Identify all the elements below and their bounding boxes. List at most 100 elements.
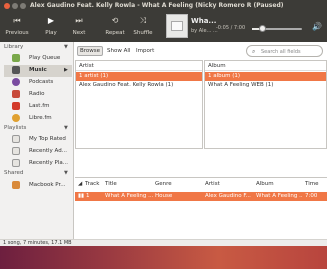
- sidebar-item-macbook[interactable]: Macbook Pr...: [4, 180, 72, 192]
- collapse-playlists-chevron-icon[interactable]: ▼: [64, 125, 68, 131]
- browse-button[interactable]: Browse: [77, 46, 103, 56]
- search-placeholder: Search all fields: [261, 49, 301, 55]
- column-header-album[interactable]: Album: [256, 181, 274, 187]
- show-all-button[interactable]: Show All: [107, 48, 130, 54]
- search-icon: ⌕: [252, 48, 256, 55]
- status-bar: 1 song, 7 minutes, 17.1 MB: [0, 239, 327, 246]
- album-row[interactable]: 1 album (1): [205, 72, 326, 81]
- maximize-window-button[interactable]: [20, 3, 26, 9]
- column-header-genre[interactable]: Genre: [155, 181, 172, 187]
- artist-row[interactable]: 1 artist (1): [76, 72, 202, 81]
- shuffle-label: Shuffle: [133, 30, 153, 36]
- previous-button[interactable]: ⏮ Previous: [2, 15, 32, 36]
- sidebar-item-my-top-rated[interactable]: My Top Rated: [4, 134, 72, 146]
- album-art: [166, 14, 188, 38]
- sidebar-item-lastfm[interactable]: Last.fm: [4, 101, 72, 113]
- repeat-icon: ⟲: [111, 16, 119, 25]
- expand-chevron-icon[interactable]: ▶: [64, 67, 68, 73]
- sidebar-item-recently-added[interactable]: Recently Ad...: [4, 146, 72, 158]
- music-icon: [12, 66, 20, 74]
- album-row[interactable]: What A Feeling WEB (1): [205, 81, 326, 90]
- previous-label: Previous: [5, 30, 29, 36]
- close-window-button[interactable]: [4, 3, 10, 9]
- window-titlebar: Alex Gaudino Feat. Kelly Rowla - What A …: [0, 0, 327, 12]
- playlists-section-header[interactable]: Playlists: [4, 125, 26, 131]
- search-input[interactable]: ⌕ Search all fields: [246, 45, 323, 57]
- shuffle-button[interactable]: ⤨ Shuffle: [128, 15, 158, 36]
- playlist-icon: [12, 147, 20, 155]
- track-number: 1: [86, 193, 90, 199]
- sidebar-item-label: Play Queue: [29, 55, 61, 61]
- sidebar-item-label: Radio: [29, 91, 45, 97]
- track-artist: Alex Gaudino F...: [205, 193, 251, 199]
- seek-slider[interactable]: [252, 25, 302, 32]
- shuffle-icon: ⤨: [139, 16, 147, 25]
- volume-icon[interactable]: 🔊: [312, 22, 324, 32]
- album-art-placeholder-icon: [171, 21, 183, 31]
- next-icon: ⏭: [75, 16, 83, 25]
- column-header-time[interactable]: Time: [305, 181, 318, 187]
- collapse-shared-chevron-icon[interactable]: ▼: [64, 170, 68, 176]
- table-row[interactable]: ▮▮ 1 What A Feeling ... House Alex Gaudi…: [75, 192, 327, 201]
- playlist-icon: [12, 159, 20, 167]
- play-icon: ▶: [47, 16, 55, 25]
- sort-column-icon: ◢: [78, 181, 83, 187]
- play-button[interactable]: ▶ Play: [36, 15, 66, 36]
- next-button[interactable]: ⏭ Next: [64, 15, 94, 36]
- previous-icon: ⏮: [13, 16, 21, 25]
- computer-icon: [12, 181, 20, 189]
- repeat-button[interactable]: ⟲ Repeat: [100, 15, 130, 36]
- play-label: Play: [45, 30, 57, 36]
- now-playing-title: Wha...: [191, 17, 217, 25]
- sidebar-item-recently-played[interactable]: Recently Pla...: [4, 158, 72, 170]
- album-pane: Album 1 album (1) What A Feeling WEB (1): [204, 60, 327, 149]
- sidebar: Library ▼ Play Queue Music ▶ Podcasts Ra…: [0, 42, 74, 239]
- column-header-track[interactable]: Track: [85, 181, 99, 187]
- library-section-header[interactable]: Library: [4, 44, 23, 50]
- column-header-artist[interactable]: Artist: [205, 181, 220, 187]
- queue-icon: [12, 54, 20, 62]
- sidebar-item-label: My Top Rated: [29, 136, 66, 142]
- track-genre: House: [155, 193, 173, 199]
- lastfm-icon: [12, 102, 20, 110]
- sidebar-item-label: Recently Ad...: [29, 148, 67, 154]
- sidebar-item-music[interactable]: Music ▶: [4, 65, 72, 77]
- seek-slider-handle[interactable]: [258, 25, 266, 32]
- minimize-window-button[interactable]: [12, 3, 18, 9]
- sidebar-item-label: Last.fm: [29, 103, 50, 109]
- track-album: What A Feeling ...: [256, 193, 303, 199]
- track-time: 7:00: [305, 193, 318, 199]
- import-button[interactable]: Import: [136, 48, 154, 54]
- main-content: Browse Show All Import ⌕ Search all fiel…: [75, 42, 327, 239]
- collapse-library-chevron-icon[interactable]: ▼: [64, 44, 68, 50]
- shared-section-header[interactable]: Shared: [4, 170, 23, 176]
- artist-pane: Artist 1 artist (1) Alex Gaudino Feat. K…: [75, 60, 203, 149]
- artist-column-header[interactable]: Artist: [76, 61, 202, 71]
- repeat-label: Repeat: [105, 30, 125, 36]
- next-label: Next: [72, 30, 86, 36]
- librefm-icon: [12, 114, 20, 122]
- album-column-header[interactable]: Album: [205, 61, 326, 71]
- paused-icon: ▮▮: [78, 193, 85, 199]
- sidebar-item-label: Recently Pla...: [29, 160, 68, 166]
- player-toolbar: ⏮ Previous ▶ Play ⏭ Next ⟲ Repeat ⤨ Shuf…: [0, 12, 327, 42]
- sidebar-item-librefm[interactable]: Libre.fm: [4, 113, 72, 125]
- sidebar-item-label: Music: [29, 67, 47, 73]
- track-title: What A Feeling ...: [105, 193, 153, 199]
- artist-row[interactable]: Alex Gaudino Feat. Kelly Rowla (1): [76, 81, 202, 90]
- column-header-title[interactable]: Title: [105, 181, 117, 187]
- sidebar-item-label: Macbook Pr...: [29, 182, 66, 188]
- desktop-background: [0, 246, 327, 269]
- now-playing-subtitle: by Ale... ...: [191, 28, 218, 34]
- sidebar-item-podcasts[interactable]: Podcasts: [4, 77, 72, 89]
- sidebar-item-label: Libre.fm: [29, 115, 52, 121]
- playlist-icon: [12, 135, 20, 143]
- sidebar-item-radio[interactable]: Radio: [4, 89, 72, 101]
- sidebar-item-play-queue[interactable]: Play Queue: [4, 53, 72, 65]
- sidebar-item-label: Podcasts: [29, 79, 54, 85]
- podcast-icon: [12, 78, 20, 86]
- elapsed-time: -0:05 / 7:00: [216, 25, 246, 31]
- track-list: ◢ Track Title Genre Artist Album Time ▮▮…: [75, 177, 327, 239]
- window-title: Alex Gaudino Feat. Kelly Rowla - What A …: [30, 2, 284, 9]
- radio-icon: [12, 90, 20, 98]
